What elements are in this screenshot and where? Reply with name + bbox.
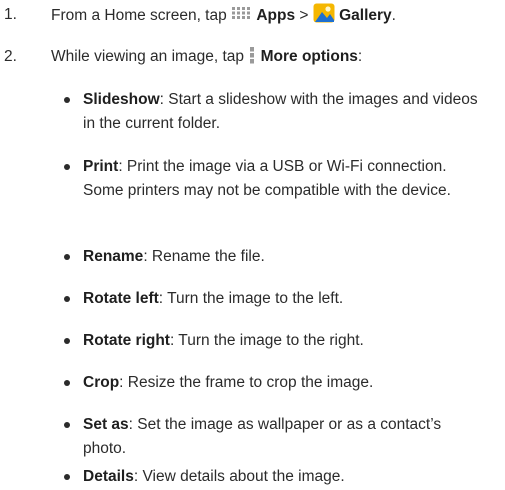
option-term: Details [83,468,134,485]
gallery-label: Gallery [339,7,392,24]
step-text-prefix: From a Home screen, tap [51,7,232,24]
bullet-dot [64,338,70,344]
apps-label: Apps [256,7,296,24]
list-item-text: Print: Print the image via a USB or Wi-F… [83,155,483,203]
option-desc: : Resize the frame to crop the image. [119,374,374,391]
option-term: Rotate left [83,290,159,307]
option-desc: : Turn the image to the right. [169,332,364,349]
step-text: While viewing an image, tap More options… [51,45,362,72]
option-desc: : View details about the image. [133,468,345,485]
option-desc: : Turn the image to the left. [158,290,344,307]
option-term: Slideshow [83,91,160,108]
bullet-dot [64,422,70,428]
step-end: . [391,7,396,24]
option-desc: : Print the image via a USB or Wi-Fi con… [83,158,451,199]
bullet-dot [64,296,70,302]
list-item-text: Crop: Resize the frame to crop the image… [83,371,483,395]
step-end: : [357,48,363,65]
more-options-icon [248,46,256,72]
step-text: From a Home screen, tap Apps > Gallery. [51,3,396,31]
list-item-text: Rotate left: Turn the image to the left. [83,287,483,311]
gallery-icon [313,3,335,31]
option-term: Print [83,158,119,175]
bullet-dot [64,254,70,260]
bullet-dot [64,380,70,386]
list-item-text: Details: View details about the image. [83,465,483,489]
step-number: 1. [4,6,17,23]
list-item-text: Slideshow: Start a slideshow with the im… [83,88,483,136]
list-item-text: Rotate right: Turn the image to the righ… [83,329,483,353]
bullet-dot [64,474,70,480]
bullet-dot [64,164,70,170]
apps-grid-icon [231,6,252,31]
option-term: Set as [83,416,129,433]
breadcrumb-separator: > [295,7,313,24]
option-term: Rotate right [83,332,170,349]
bullet-dot [64,97,70,103]
list-item-text: Rename: Rename the file. [83,245,483,269]
option-desc: : Rename the file. [143,248,265,265]
more-options-label: More options [260,48,358,65]
list-item-text: Set as: Set the image as wallpaper or as… [83,413,483,461]
step-number: 2. [4,48,17,65]
step-text-prefix: While viewing an image, tap [51,48,249,65]
option-term: Rename [83,248,144,265]
option-term: Crop [83,374,120,391]
option-desc: : Set the image as wallpaper or as a con… [83,416,442,457]
